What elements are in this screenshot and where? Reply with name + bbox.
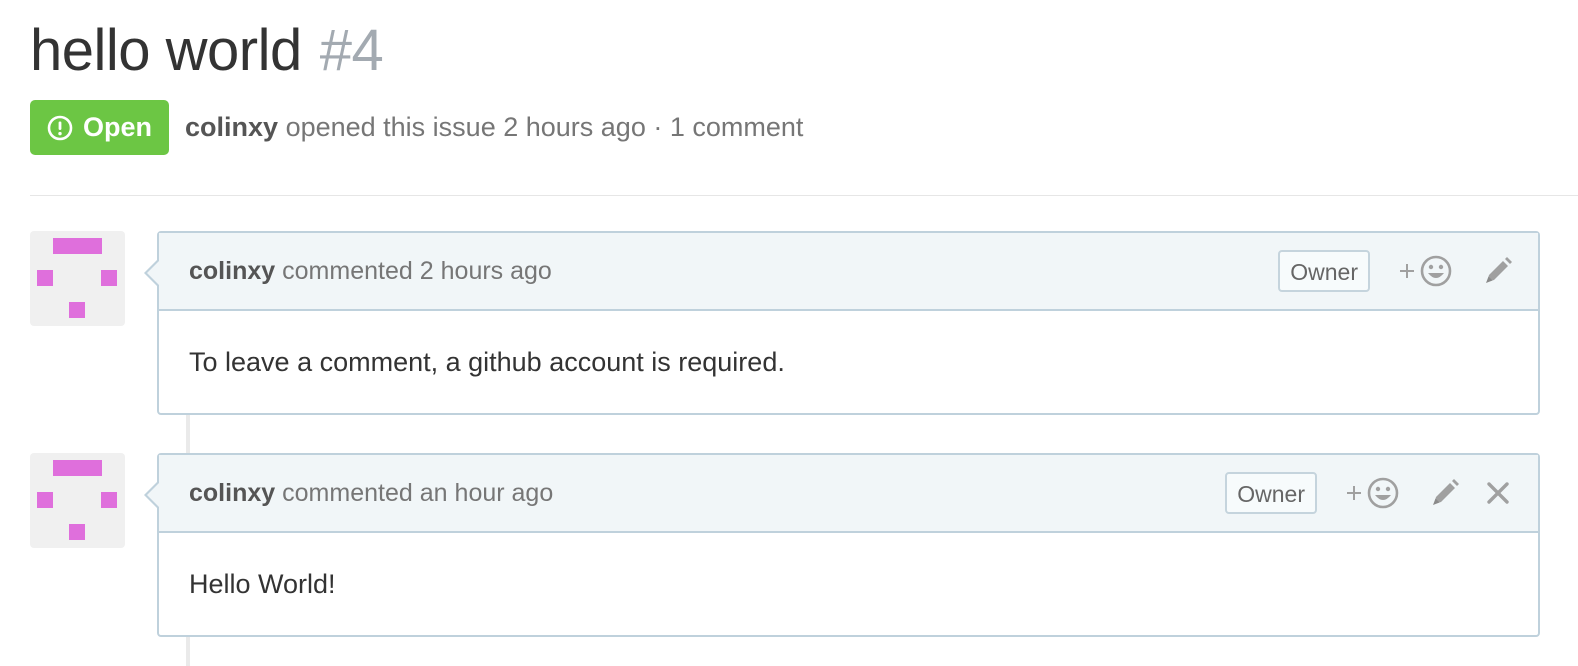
pencil-icon[interactable] <box>1478 251 1518 291</box>
issue-state-label: Open <box>82 112 152 142</box>
owner-badge: Owner <box>1225 472 1317 514</box>
issue-meta-text: colinxy opened this issue 2 hours ago · … <box>185 112 803 143</box>
add-reaction-icon[interactable] <box>1398 251 1456 291</box>
comment-body: To leave a comment, a github account is … <box>189 346 785 377</box>
issue-comment-count: 1 comment <box>669 112 804 142</box>
comment-time-link[interactable]: an hour ago <box>420 479 553 508</box>
avatar-pixel <box>101 270 117 286</box>
avatar[interactable] <box>30 453 125 548</box>
comment-header: colinxy commented 2 hours ago Owner <box>159 233 1538 311</box>
avatar-pixel <box>37 270 53 286</box>
issue-header: hello world #4 Open colinxy opened this … <box>30 14 1568 155</box>
issue-number: #4 <box>319 17 384 83</box>
issue-meta: Open colinxy opened this issue 2 hours a… <box>30 100 803 155</box>
issue-title: hello world <box>30 17 302 83</box>
comment-action: commented <box>282 478 413 507</box>
comment-box: colinxy commented 2 hours ago Owner To l… <box>144 231 1540 415</box>
comment-action: commented <box>282 256 413 285</box>
timeline-connector <box>186 414 190 454</box>
timeline-connector <box>186 636 190 666</box>
avatar[interactable] <box>30 231 125 326</box>
comment: colinxy commented an hour ago Owner Hell… <box>30 453 1540 637</box>
comment-author-link[interactable]: colinxy <box>189 479 275 508</box>
comment-header: colinxy commented an hour ago Owner <box>159 455 1538 533</box>
issue-state-badge: Open <box>30 100 169 155</box>
add-reaction-icon[interactable] <box>1345 473 1403 513</box>
avatar-pixel <box>69 524 85 540</box>
issue-opened-icon <box>47 115 73 140</box>
avatar-pixel <box>101 492 117 508</box>
owner-badge: Owner <box>1278 250 1370 292</box>
issue-opened-time: 2 hours ago <box>503 112 646 142</box>
comment-body: Hello World! <box>189 568 336 599</box>
avatar-pixel <box>53 238 102 254</box>
comment-actions: Owner <box>1278 250 1518 292</box>
header-divider <box>30 195 1578 196</box>
comment-actions: Owner <box>1225 472 1518 514</box>
pencil-icon[interactable] <box>1425 473 1465 513</box>
issue-title-row: hello world #4 <box>30 14 1568 86</box>
issue-meta-action: opened this issue <box>285 112 496 142</box>
avatar-pixel <box>69 302 85 318</box>
comment-time-link[interactable]: 2 hours ago <box>420 257 552 286</box>
issue-author-link[interactable]: colinxy <box>185 112 278 142</box>
avatar-pixel <box>53 460 102 476</box>
avatar-pixel <box>37 492 53 508</box>
close-icon[interactable] <box>1478 473 1518 513</box>
comment-box: colinxy commented an hour ago Owner Hell… <box>144 453 1540 637</box>
comment: colinxy commented 2 hours ago Owner To l… <box>30 231 1540 415</box>
issue-meta-separator: · <box>653 112 663 142</box>
comment-author-link[interactable]: colinxy <box>189 257 275 286</box>
